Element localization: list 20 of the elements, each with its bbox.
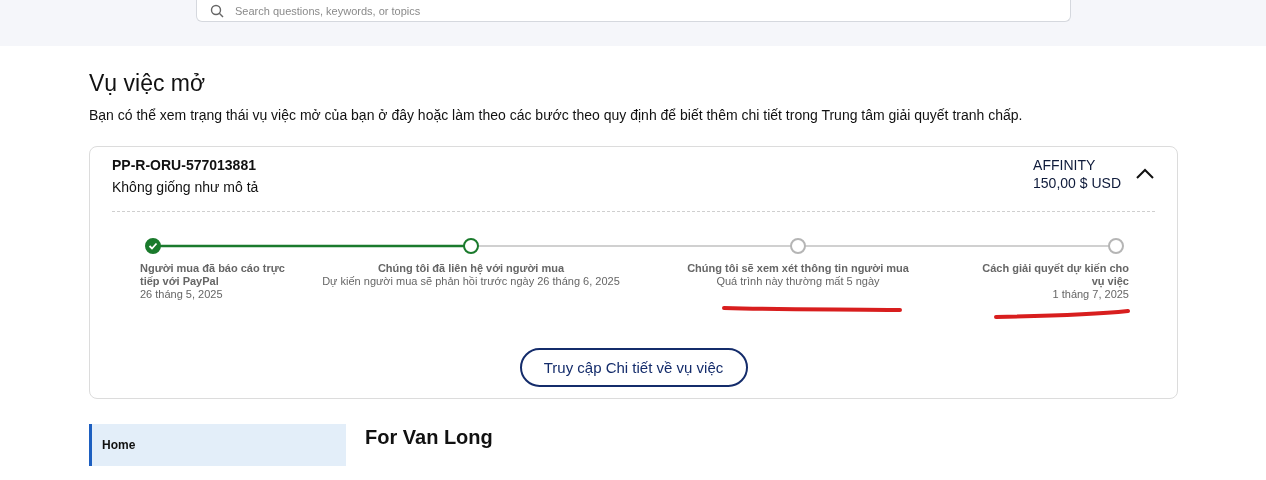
search-icon <box>210 4 224 18</box>
case-amount: 150,00 $ USD <box>1033 174 1121 192</box>
step-title: Chúng tôi sẽ xem xét thông tin người mua <box>686 262 910 275</box>
merchant-name: AFFINITY <box>1033 156 1097 174</box>
chevron-icon[interactable] <box>1135 168 1155 180</box>
step-detail: 1 tháng 7, 2025 <box>1051 288 1129 301</box>
step-title: Chúng tôi đã liên hệ với người mua <box>376 262 566 275</box>
search-field[interactable]: Search questions, keywords, or topics <box>196 0 1071 22</box>
case-details-button[interactable]: Truy cập Chi tiết về vụ việc <box>519 348 748 387</box>
step-detail: Dự kiến người mua sẽ phản hồi trước ngày 26 tháng 6, 2025 <box>321 275 621 288</box>
step-detail: 26 tháng 5, 2025 <box>140 288 224 301</box>
step-title: Người mua đã báo cáo trực tiếp với PayPal <box>140 262 286 288</box>
step-detail: Quá trình này thường mất 5 ngày <box>715 275 881 288</box>
greeting-heading: For Van Long <box>365 426 493 450</box>
sidebar-item[interactable]: Home <box>89 424 346 466</box>
case-id: PP-R-ORU-577013881 <box>112 156 257 174</box>
case-reason: Không giống như mô tả <box>112 178 260 196</box>
section-title: Vụ việc mở <box>89 70 207 96</box>
section-description: Bạn có thể xem trạng thái vụ việc mở của bạn ở đây hoặc làm theo các bước theo quy định để biết thêm chi tiết trong Trung tâm giải quyết tranh chấp. <box>89 106 1024 124</box>
step-title: Cách giải quyết dự kiến cho vụ việc <box>981 262 1129 288</box>
